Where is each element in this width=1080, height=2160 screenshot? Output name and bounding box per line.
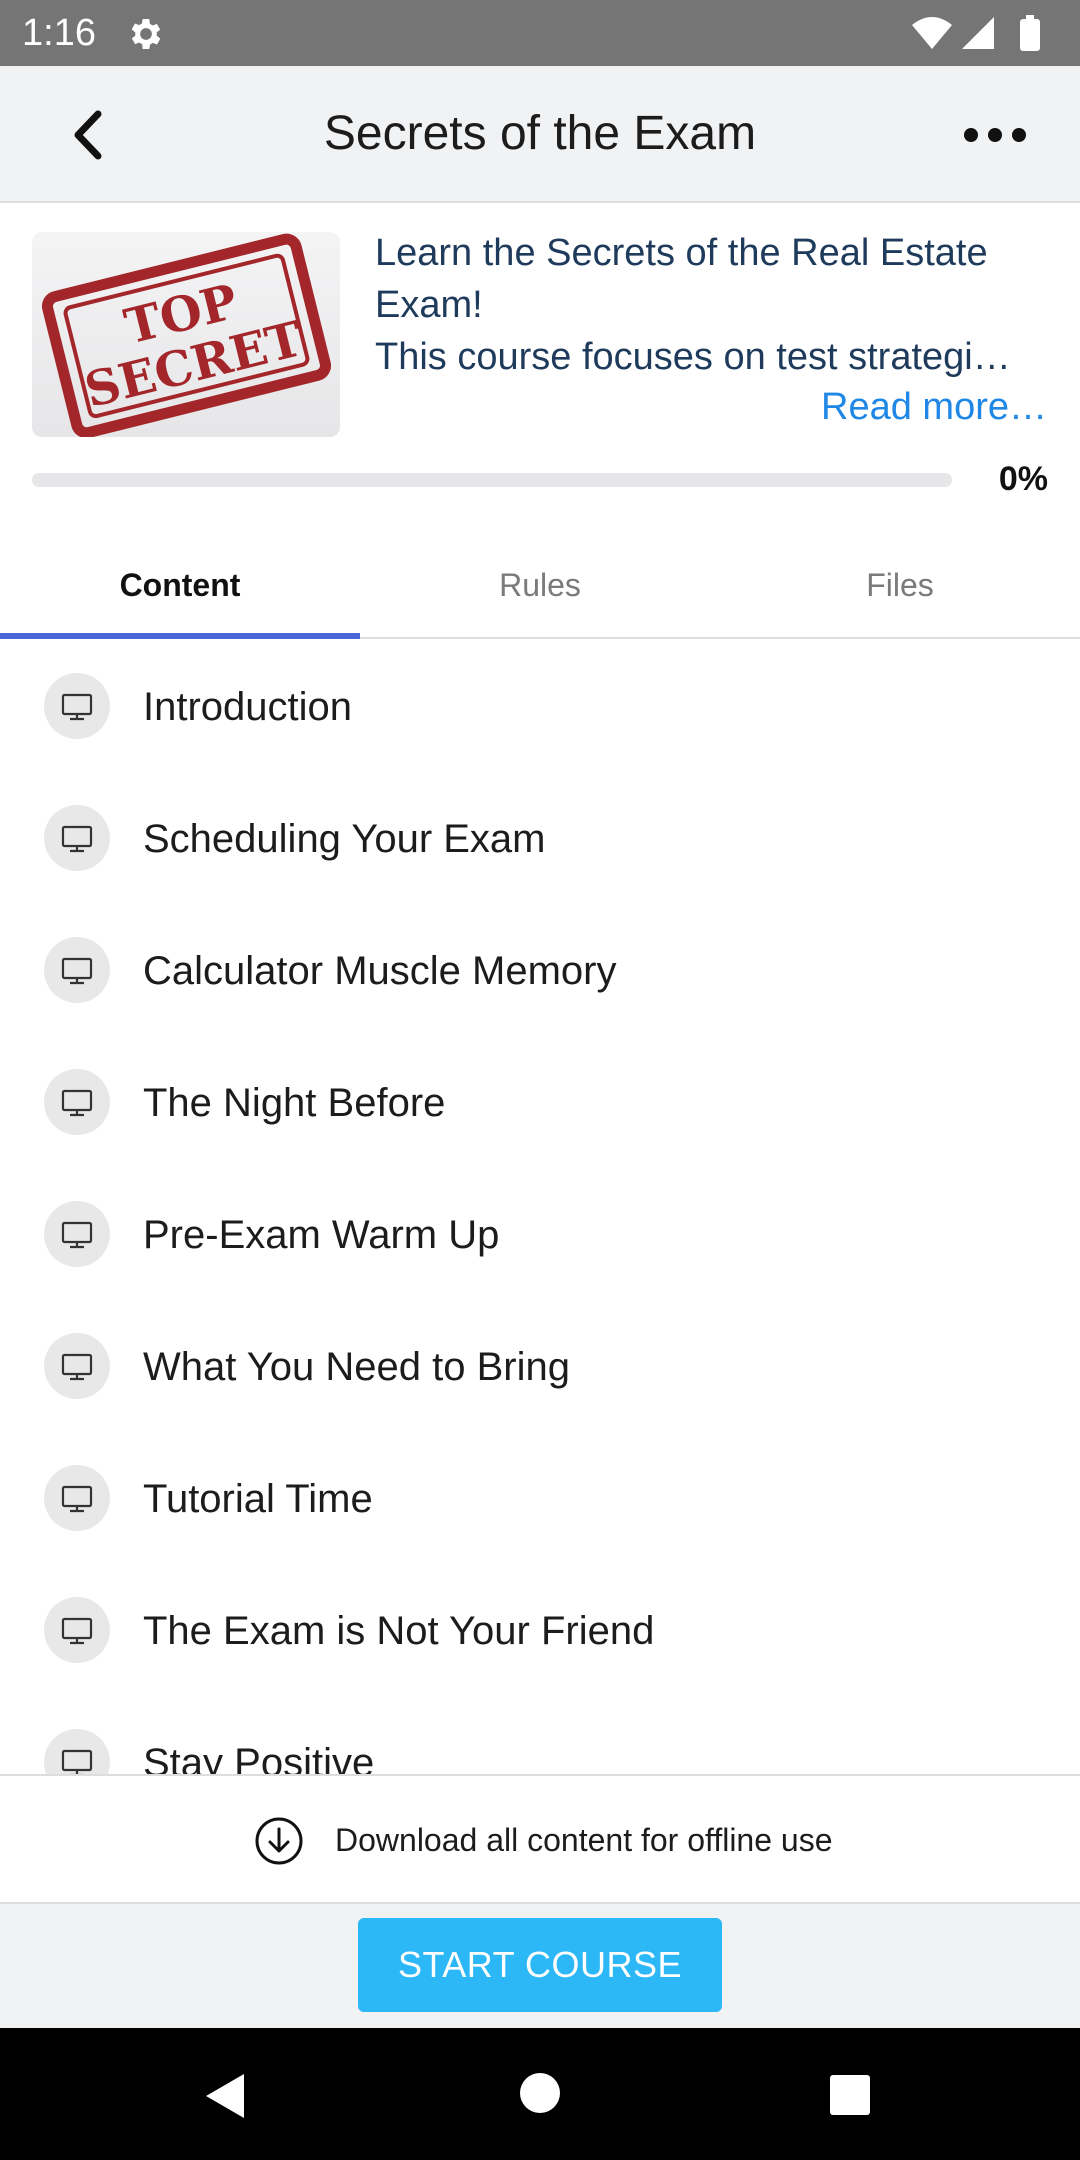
- nav-recent-apps-icon[interactable]: [829, 2074, 871, 2121]
- tab-rules[interactable]: Rules: [360, 525, 720, 637]
- course-progress-bar: [32, 473, 952, 487]
- chevron-left-icon: [74, 110, 102, 160]
- lesson-title: Scheduling Your Exam: [143, 817, 546, 861]
- monitor-icon: [44, 1069, 110, 1135]
- download-circle-icon: [254, 1816, 304, 1866]
- list-item[interactable]: Stay Positive: [0, 1697, 1080, 1774]
- download-label: Download all content for offline use: [335, 1822, 833, 1858]
- list-item[interactable]: Introduction: [0, 641, 1080, 773]
- monitor-icon: [44, 1201, 110, 1267]
- description-line: Learn the Secrets of the Real Estate: [375, 232, 988, 274]
- list-item[interactable]: The Night Before: [0, 1037, 1080, 1169]
- tab-content[interactable]: Content: [0, 525, 360, 637]
- status-bar: 1:16: [0, 0, 1080, 66]
- read-more-link[interactable]: Read more…: [821, 381, 1047, 433]
- footer: START COURSE: [0, 1902, 1080, 2028]
- nav-back-icon[interactable]: [204, 2072, 248, 2125]
- monitor-icon: [44, 1729, 110, 1774]
- lesson-title: The Exam is Not Your Friend: [143, 1609, 655, 1653]
- monitor-icon: [44, 673, 110, 739]
- lesson-title: What You Need to Bring: [143, 1345, 570, 1389]
- download-all-button[interactable]: Download all content for offline use: [0, 1774, 1080, 1902]
- lesson-title: Tutorial Time: [143, 1477, 373, 1521]
- list-item[interactable]: Tutorial Time: [0, 1433, 1080, 1565]
- list-item[interactable]: The Exam is Not Your Friend: [0, 1565, 1080, 1697]
- description-line: Exam!: [375, 284, 483, 326]
- lesson-title: The Night Before: [143, 1081, 446, 1125]
- wifi-icon: [912, 17, 952, 49]
- course-header: TOP SECRET Learn the Secrets of the Real…: [0, 205, 1080, 525]
- lesson-title: Calculator Muscle Memory: [143, 949, 617, 993]
- progress-percent: 0%: [998, 460, 1048, 498]
- list-item[interactable]: Calculator Muscle Memory: [0, 905, 1080, 1037]
- battery-icon: [1020, 15, 1040, 51]
- active-tab-indicator: [0, 633, 360, 639]
- status-time: 1:16: [22, 12, 96, 54]
- top-secret-stamp-icon: TOP SECRET: [41, 233, 331, 437]
- monitor-icon: [44, 805, 110, 871]
- monitor-icon: [44, 1465, 110, 1531]
- tab-files[interactable]: Files: [720, 525, 1080, 637]
- description-line: This course focuses on test strategi…: [375, 336, 1011, 378]
- more-options-button[interactable]: [950, 100, 1040, 170]
- more-horizontal-icon: [964, 128, 1026, 142]
- app-bar: Secrets of the Exam: [0, 66, 1080, 203]
- tab-bar: Content Rules Files: [0, 525, 1080, 639]
- signal-icon: [962, 17, 994, 49]
- monitor-icon: [44, 1333, 110, 1399]
- course-image: TOP SECRET: [32, 232, 340, 437]
- monitor-icon: [44, 937, 110, 1003]
- status-icons: [910, 13, 1060, 55]
- lesson-list[interactable]: Introduction Scheduling Your Exam Calcul…: [0, 641, 1080, 1774]
- system-nav-bar: [0, 2028, 1080, 2160]
- list-item[interactable]: What You Need to Bring: [0, 1301, 1080, 1433]
- back-button[interactable]: [56, 100, 126, 170]
- gear-icon: [126, 14, 166, 54]
- lesson-title: Pre-Exam Warm Up: [143, 1213, 500, 1257]
- lesson-title: Stay Positive: [143, 1741, 375, 1774]
- lesson-title: Introduction: [143, 685, 353, 729]
- list-item[interactable]: Pre-Exam Warm Up: [0, 1169, 1080, 1301]
- list-item[interactable]: Scheduling Your Exam: [0, 773, 1080, 905]
- page-title: Secrets of the Exam: [323, 107, 757, 160]
- course-description: Learn the Secrets of the Real Estate Exa…: [375, 227, 1055, 383]
- start-course-button[interactable]: START COURSE: [358, 1918, 722, 2012]
- monitor-icon: [44, 1597, 110, 1663]
- nav-home-icon[interactable]: [519, 2072, 561, 2119]
